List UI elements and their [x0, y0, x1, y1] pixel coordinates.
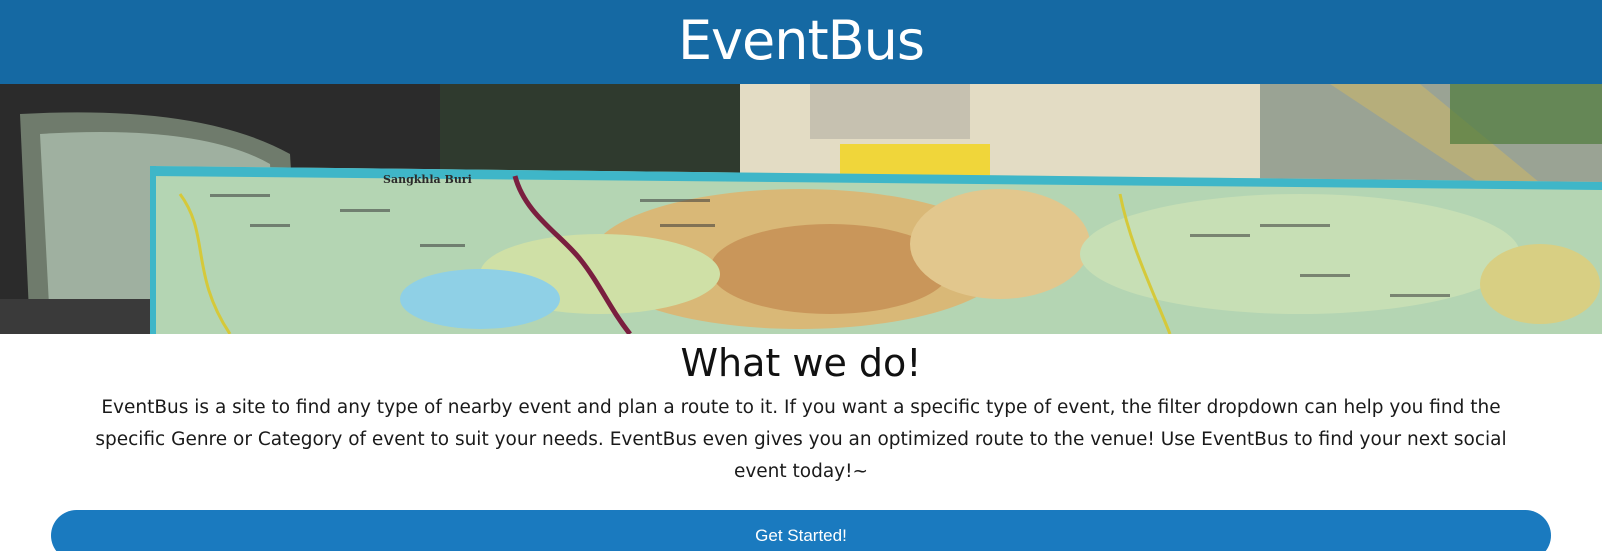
brand-logo[interactable]: EventBus: [678, 14, 925, 68]
section-title: What we do!: [680, 341, 922, 385]
get-started-button[interactable]: Get Started!: [51, 510, 1551, 551]
map-place-label: Sangkhla Buri: [383, 173, 472, 186]
hero-image: Sangkhla Buri: [0, 84, 1602, 334]
about-section: What we do! EventBus is a site to find a…: [0, 340, 1602, 551]
hero-map-photo: Sangkhla Buri: [0, 84, 1602, 334]
section-description: EventBus is a site to find any type of n…: [95, 397, 1507, 482]
top-header: EventBus: [0, 0, 1602, 84]
